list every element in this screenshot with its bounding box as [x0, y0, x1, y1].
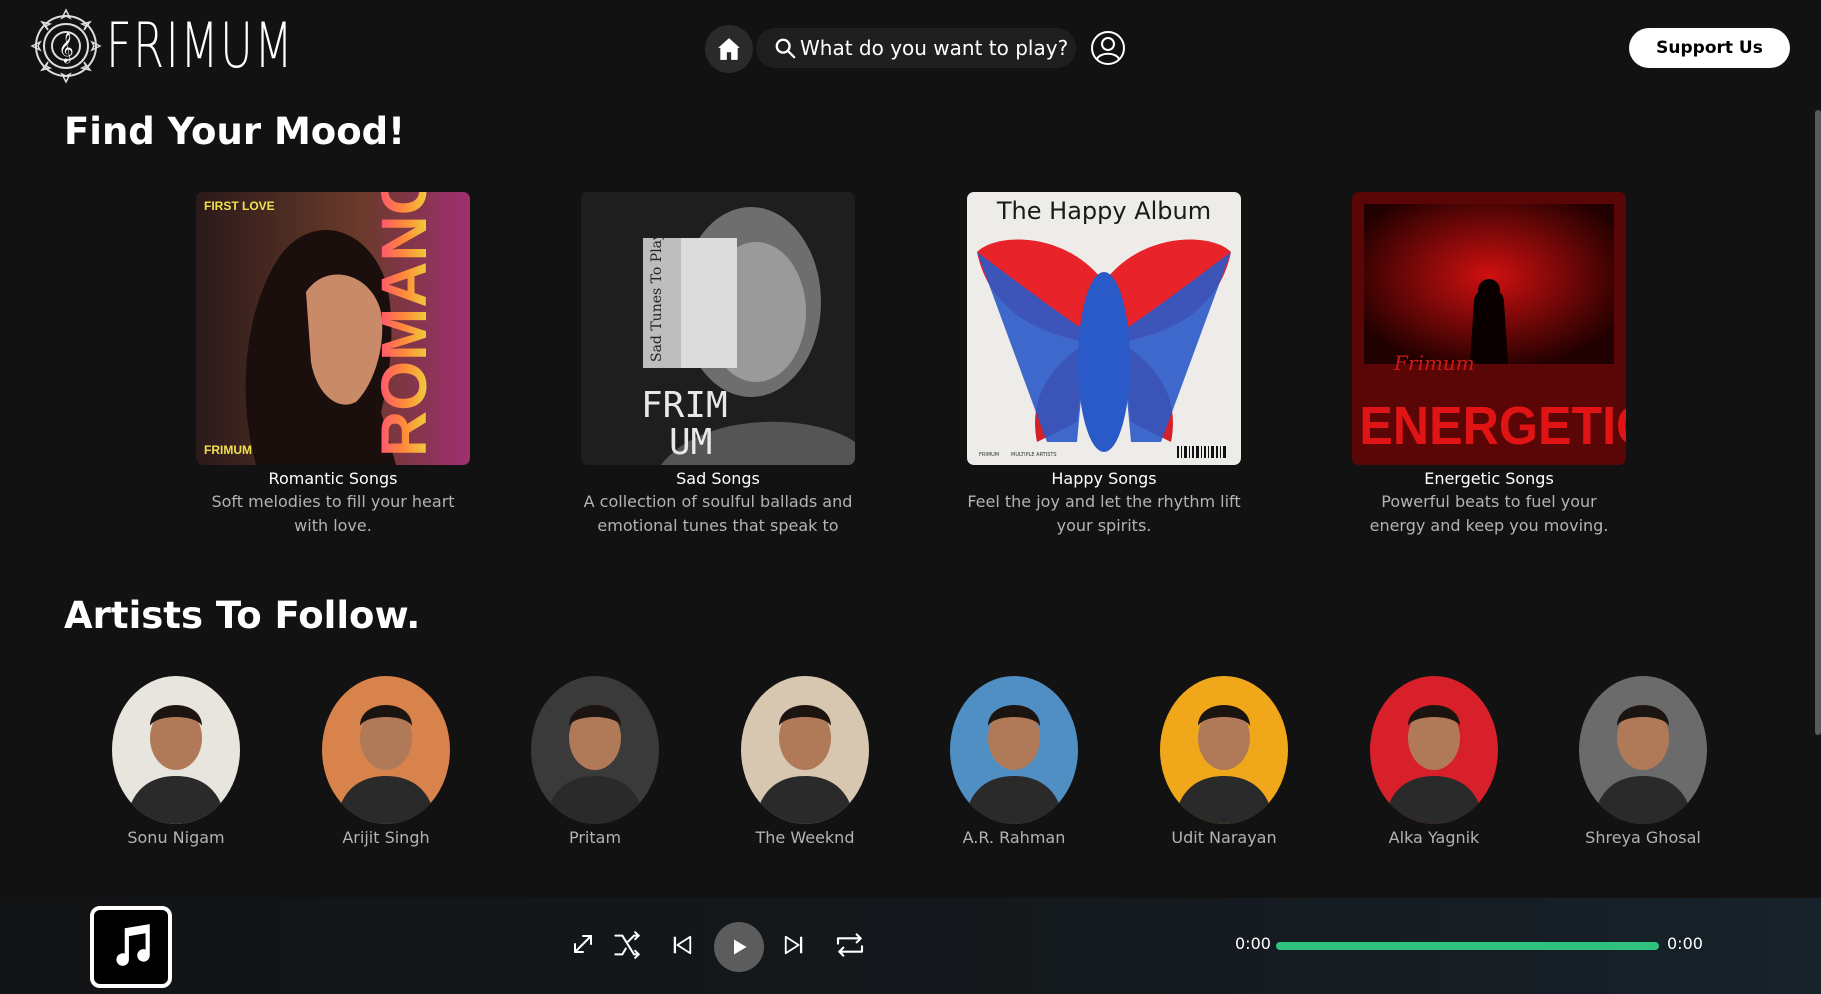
album-art-energetic: Frimum ENERGETIC: [1352, 192, 1626, 465]
logo-text: FRIMUM: [106, 9, 295, 82]
artists-section-title: Artists To Follow.: [64, 594, 421, 637]
expand-icon[interactable]: [571, 932, 595, 956]
mood-card-romantic[interactable]: ROMANCE FIRST LOVE FRIMUM Romantic Songs…: [196, 192, 470, 538]
artist-avatar: [1579, 676, 1707, 824]
romance-top-text: FIRST LOVE: [204, 199, 275, 213]
artist-name: The Weeknd: [755, 828, 855, 847]
artist-name: Arijit Singh: [342, 828, 430, 847]
artist-avatar: [741, 676, 869, 824]
artist-avatar: [950, 676, 1078, 824]
mood-description: Feel the joy and let the rhythm lift you…: [967, 492, 1241, 535]
mood-section-title: Find Your Mood!: [64, 110, 405, 153]
artist-card[interactable]: Alka Yagnik: [1354, 676, 1514, 847]
energetic-art-text: ENERGETIC: [1359, 396, 1626, 456]
artist-name: Udit Narayan: [1171, 828, 1277, 847]
artist-avatar: [1160, 676, 1288, 824]
mood-description: Powerful beats to fuel your energy and k…: [1369, 492, 1609, 535]
happy-art-small-2: MULTIPLE ARTISTS: [1011, 452, 1057, 458]
search-bar[interactable]: [756, 28, 1076, 68]
artist-card[interactable]: Arijit Singh: [306, 676, 466, 847]
current-time: 0:00: [1235, 934, 1271, 953]
romance-bottom-text: FRIMUM: [204, 443, 252, 457]
logo-mandala-icon: 𝄞: [30, 8, 102, 84]
artist-name: Shreya Ghosal: [1585, 828, 1701, 847]
artist-card[interactable]: The Weeknd: [725, 676, 885, 847]
now-playing-art[interactable]: [90, 906, 172, 988]
album-art-sad: Sad Tunes To Play FRIM UM: [581, 192, 855, 465]
artist-name: A.R. Rahman: [962, 828, 1066, 847]
happy-art-title: The Happy Album: [996, 197, 1211, 225]
home-icon: [718, 38, 740, 60]
sad-art-text-1: FRIM: [641, 385, 728, 426]
mood-name: Energetic Songs: [1424, 469, 1554, 488]
sad-art-text-2: UM: [669, 422, 712, 463]
mood-name: Sad Songs: [676, 469, 760, 488]
album-art-happy: The Happy Album FRIMUM MULTIPLE ARTISTS: [967, 192, 1241, 465]
artist-card[interactable]: Sonu Nigam: [96, 676, 256, 847]
mood-card-happy[interactable]: The Happy Album FRIMUM MULTIPLE ARTISTS …: [967, 192, 1241, 538]
next-track-icon[interactable]: [782, 934, 806, 956]
user-profile-icon[interactable]: [1090, 30, 1126, 66]
mood-description: Soft melodies to fill your heart with lo…: [211, 492, 455, 535]
romance-art-text: ROMANCE: [368, 192, 440, 457]
album-art-romantic: ROMANCE FIRST LOVE FRIMUM: [196, 192, 470, 465]
artist-avatar: [112, 676, 240, 824]
mood-card-sad[interactable]: Sad Tunes To Play FRIM UM Sad Songs A co…: [581, 192, 855, 538]
artist-avatar: [1370, 676, 1498, 824]
search-icon: [775, 38, 796, 59]
artist-name: Alka Yagnik: [1388, 828, 1480, 847]
shuffle-icon[interactable]: [612, 931, 642, 959]
home-button[interactable]: [705, 25, 753, 73]
play-icon: [734, 939, 747, 955]
mood-name: Happy Songs: [1051, 469, 1157, 488]
search-input[interactable]: [800, 36, 1070, 60]
artist-avatar: [322, 676, 450, 824]
previous-track-icon[interactable]: [670, 934, 694, 956]
mood-description: A collection of soulful ballads and emot…: [583, 492, 853, 535]
logo[interactable]: 𝄞 FRIMUM: [30, 6, 367, 86]
repeat-icon[interactable]: [834, 928, 866, 962]
artist-name: Pritam: [568, 828, 622, 847]
support-us-button[interactable]: Support Us: [1629, 28, 1790, 68]
mood-name: Romantic Songs: [268, 469, 398, 488]
artist-card[interactable]: Pritam: [515, 676, 675, 847]
progress-bar[interactable]: [1276, 942, 1659, 950]
artist-card[interactable]: Udit Narayan: [1144, 676, 1304, 847]
artist-card[interactable]: Shreya Ghosal: [1563, 676, 1723, 847]
duration-time: 0:00: [1667, 934, 1703, 953]
energetic-script-text: Frimum: [1393, 351, 1475, 375]
player-bar: 0:00 0:00: [0, 898, 1821, 994]
music-note-icon: [116, 924, 150, 966]
artist-card[interactable]: A.R. Rahman: [934, 676, 1094, 847]
svg-text:𝄞: 𝄞: [58, 32, 73, 64]
sad-side-text: Sad Tunes To Play: [649, 232, 665, 362]
scrollbar[interactable]: [1815, 110, 1821, 735]
mood-card-energetic[interactable]: Frimum ENERGETIC Energetic Songs Powerfu…: [1352, 192, 1626, 538]
artist-name: Sonu Nigam: [127, 828, 225, 847]
play-button[interactable]: [714, 922, 764, 972]
artist-avatar: [531, 676, 659, 824]
happy-art-small-1: FRIMUM: [979, 452, 999, 458]
header: 𝄞 FRIMUM Support Us: [0, 0, 1821, 98]
